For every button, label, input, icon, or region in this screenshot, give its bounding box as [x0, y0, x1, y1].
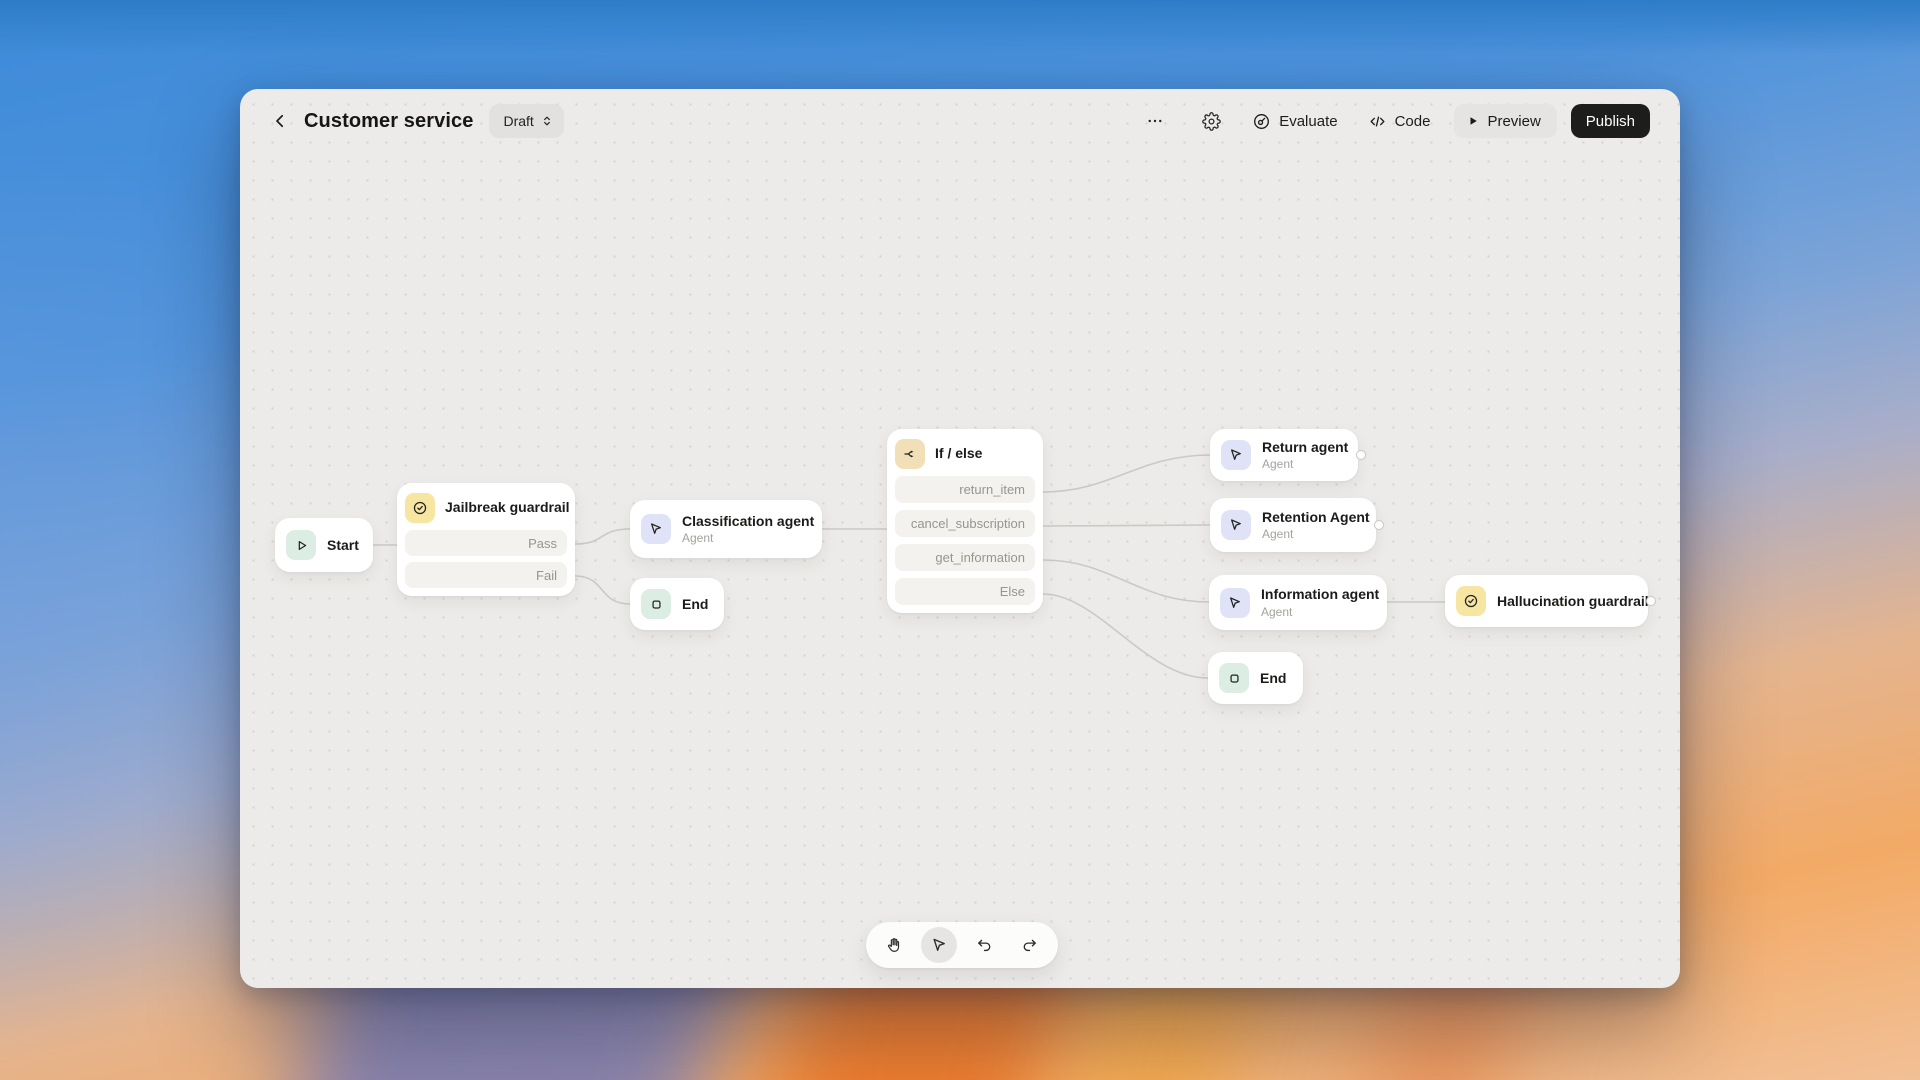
- branch-rows: return_item cancel_subscription get_info…: [895, 476, 1035, 605]
- shield-check-icon: [1456, 586, 1486, 616]
- app-window: Customer service Draft Ev: [240, 89, 1680, 988]
- edge: [575, 576, 630, 604]
- node-header: Jailbreak guardrail: [405, 491, 567, 525]
- node-title: Classification agent: [682, 513, 814, 531]
- node-end-bottom[interactable]: End: [1208, 652, 1303, 704]
- status-dropdown[interactable]: Draft: [489, 104, 563, 138]
- evaluate-gauge-icon: [1252, 112, 1271, 131]
- branch-icon: [895, 439, 925, 469]
- cursor-icon: [930, 936, 948, 954]
- agent-cursor-icon: [1221, 510, 1251, 540]
- node-start[interactable]: Start: [275, 518, 373, 572]
- settings-button[interactable]: [1196, 106, 1226, 136]
- output-port[interactable]: [1356, 450, 1366, 460]
- preview-label: Preview: [1487, 113, 1540, 130]
- chevron-left-icon: [271, 112, 289, 130]
- node-classification-agent[interactable]: Classification agent Agent: [630, 500, 822, 558]
- more-button[interactable]: [1140, 106, 1170, 136]
- evaluate-label: Evaluate: [1279, 113, 1337, 130]
- branch-rows: Pass Fail: [405, 530, 567, 588]
- edge: [1043, 525, 1210, 526]
- node-label: End: [682, 596, 708, 612]
- undo-icon: [975, 936, 994, 955]
- node-subtitle: Agent: [682, 531, 814, 545]
- node-title: If / else: [935, 445, 982, 463]
- output-port[interactable]: [1646, 596, 1656, 606]
- node-subtitle: Agent: [1262, 457, 1348, 471]
- node-label: Start: [327, 537, 359, 553]
- ellipsis-icon: [1146, 112, 1164, 130]
- branch-row-pass[interactable]: Pass: [405, 530, 567, 556]
- play-icon: [286, 530, 316, 560]
- code-button[interactable]: Code: [1368, 112, 1431, 131]
- branch-row-get-information[interactable]: get_information: [895, 544, 1035, 571]
- node-label: End: [1260, 670, 1286, 686]
- publish-label: Publish: [1586, 113, 1635, 130]
- stop-icon: [641, 589, 671, 619]
- node-retention-agent[interactable]: Retention Agent Agent: [1210, 498, 1376, 552]
- redo-icon: [1020, 936, 1039, 955]
- node-subtitle: Agent: [1262, 527, 1370, 541]
- undo-button[interactable]: [967, 927, 1003, 963]
- edge: [1043, 594, 1208, 678]
- node-hallucination-guardrail[interactable]: Hallucination guardrail: [1445, 575, 1648, 627]
- node-title: Hallucination guardrail: [1497, 593, 1649, 609]
- branch-row-else[interactable]: Else: [895, 578, 1035, 605]
- gear-icon: [1202, 112, 1221, 131]
- pan-tool-button[interactable]: [876, 927, 912, 963]
- hand-icon: [885, 936, 904, 955]
- redo-button[interactable]: [1012, 927, 1048, 963]
- node-header: If / else: [895, 437, 1035, 471]
- preview-button[interactable]: Preview: [1454, 104, 1556, 138]
- branch-row-fail[interactable]: Fail: [405, 562, 567, 588]
- node-if-else[interactable]: If / else return_item cancel_subscriptio…: [887, 429, 1043, 613]
- play-icon: [1467, 115, 1479, 127]
- chevron-updown-icon: [540, 114, 554, 128]
- node-return-agent[interactable]: Return agent Agent: [1210, 429, 1358, 481]
- agent-cursor-icon: [641, 514, 671, 544]
- node-end-top[interactable]: End: [630, 578, 724, 630]
- evaluate-button[interactable]: Evaluate: [1252, 112, 1337, 131]
- code-label: Code: [1395, 113, 1431, 130]
- stop-icon: [1219, 663, 1249, 693]
- header: Customer service Draft Ev: [240, 89, 1680, 153]
- agent-cursor-icon: [1220, 588, 1250, 618]
- status-label: Draft: [503, 113, 533, 129]
- shield-check-icon: [405, 493, 435, 523]
- back-button[interactable]: [264, 105, 296, 137]
- node-title: Information agent: [1261, 586, 1379, 604]
- publish-button[interactable]: Publish: [1571, 104, 1650, 138]
- code-icon: [1368, 112, 1387, 131]
- branch-row-cancel-subscription[interactable]: cancel_subscription: [895, 510, 1035, 537]
- edge: [1043, 560, 1209, 602]
- node-subtitle: Agent: [1261, 605, 1379, 619]
- node-title: Retention Agent: [1262, 509, 1370, 527]
- node-title: Jailbreak guardrail: [445, 499, 570, 517]
- edge: [1043, 455, 1210, 492]
- output-port[interactable]: [1374, 520, 1384, 530]
- branch-row-return-item[interactable]: return_item: [895, 476, 1035, 503]
- select-tool-button[interactable]: [921, 927, 957, 963]
- page-title: Customer service: [304, 110, 473, 133]
- edge: [575, 529, 630, 544]
- agent-cursor-icon: [1221, 440, 1251, 470]
- header-actions: Evaluate Code Preview Publish: [1140, 104, 1650, 138]
- node-title: Return agent: [1262, 439, 1348, 457]
- canvas-toolbar: [866, 922, 1058, 968]
- node-information-agent[interactable]: Information agent Agent: [1209, 575, 1387, 630]
- node-jailbreak-guardrail[interactable]: Jailbreak guardrail Pass Fail: [397, 483, 575, 596]
